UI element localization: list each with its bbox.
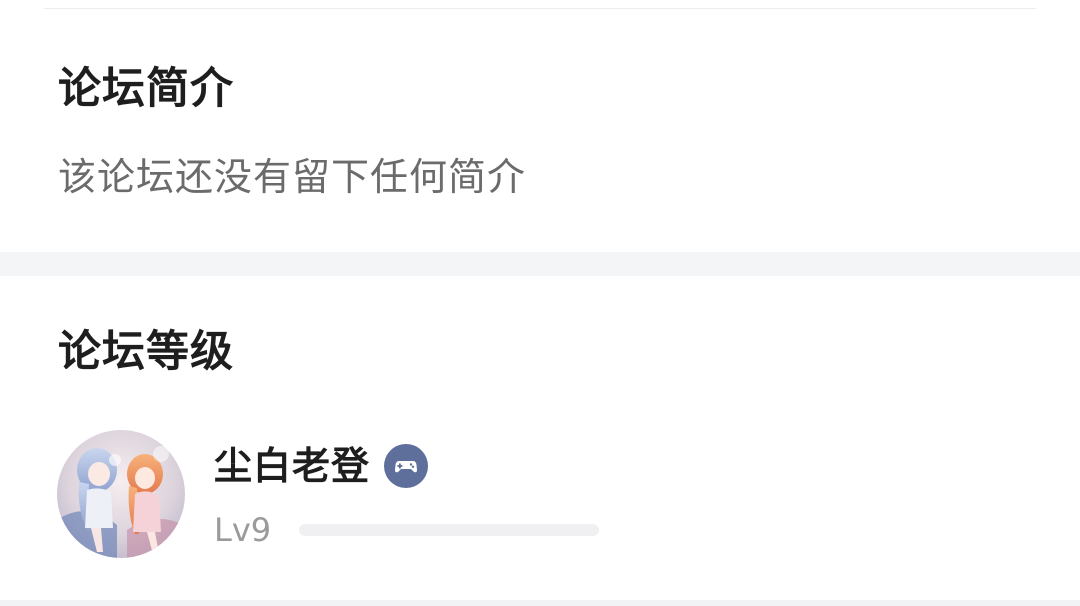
top-divider	[44, 8, 1036, 9]
level-row: Lv9	[214, 510, 600, 550]
forum-info-page: 论坛简介 该论坛还没有留下任何简介 论坛等级 尘白老登 Lv9	[0, 0, 1080, 606]
section-divider	[0, 252, 1080, 276]
level-label: Lv9	[214, 511, 272, 549]
avatar[interactable]	[57, 430, 185, 558]
avatar-image	[57, 430, 185, 558]
username-row: 尘白老登	[214, 442, 429, 490]
gamepad-icon	[384, 444, 429, 488]
bottom-divider	[0, 600, 1080, 606]
level-progress-bar	[299, 524, 600, 536]
forum-intro-text: 该论坛还没有留下任何简介	[58, 155, 527, 199]
forum-intro-title: 论坛简介	[58, 64, 234, 114]
forum-level-title: 论坛等级	[58, 327, 234, 377]
username[interactable]: 尘白老登	[214, 447, 370, 485]
